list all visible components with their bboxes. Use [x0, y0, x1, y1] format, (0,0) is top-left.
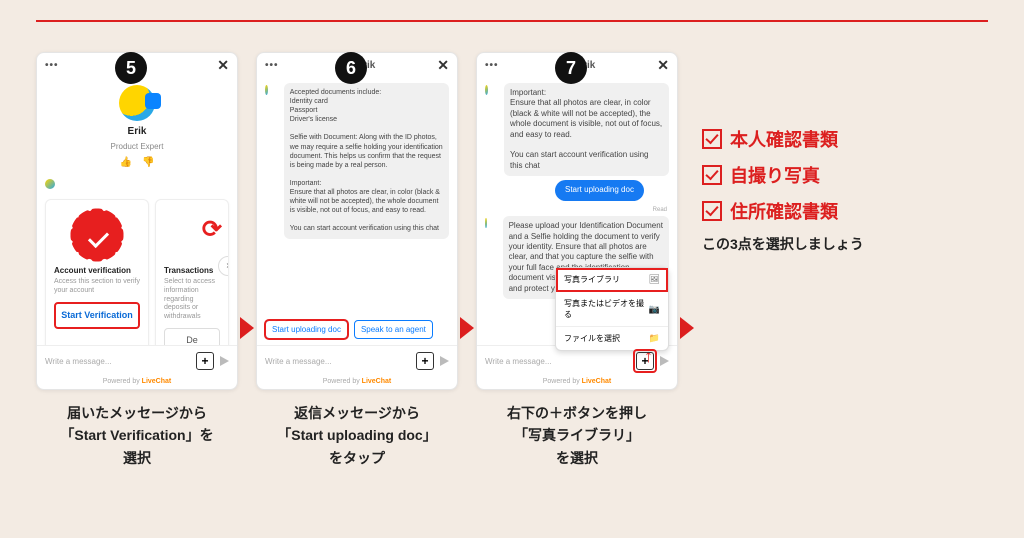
avatar-icon	[119, 85, 155, 121]
step5-badge: 5	[115, 52, 147, 84]
verified-badge-icon	[72, 210, 122, 260]
chat-message: Important: Ensure that all photos are cl…	[504, 83, 669, 176]
gallery-icon: 🖼	[649, 274, 660, 285]
plus-icon[interactable]: +	[196, 352, 214, 370]
plus-icon[interactable]: +	[416, 352, 434, 370]
avatar-icon	[265, 85, 268, 95]
powered-by: Powered by LiveChat	[257, 376, 457, 389]
powered-by: Powered by LiveChat	[37, 376, 237, 389]
message-input-row: Write a message... +	[37, 345, 237, 376]
message-input[interactable]: Write a message...	[45, 357, 190, 366]
card-desc: Access this section to verify your accou…	[54, 278, 140, 296]
quick-replies: Start uploading doc Speak to an agent	[257, 314, 457, 345]
message-input[interactable]: Write a message...	[485, 357, 630, 366]
send-icon[interactable]	[440, 356, 449, 366]
transactions-card[interactable]: ⟳ › Transactions Select to access inform…	[155, 199, 229, 345]
take-photo-option[interactable]: 写真またはビデオを撮る📷	[556, 292, 668, 327]
send-icon[interactable]	[220, 356, 229, 366]
checklist-note: この3点を選択しましょう	[702, 234, 864, 254]
transactions-button[interactable]: De	[164, 328, 220, 345]
step6-column: 6 ••• Erik ✕ Accepted documents include:…	[256, 36, 458, 469]
plus-icon[interactable]: +	[636, 352, 654, 370]
phone-step7: ••• Erik ✕ Important: Ensure that all ph…	[476, 52, 678, 390]
agent-role: Product Expert	[111, 142, 164, 152]
avatar-icon	[45, 179, 55, 189]
powered-by: Powered by LiveChat	[477, 376, 677, 389]
checklist-item: 本人確認書類	[702, 126, 864, 152]
phone-step6: ••• Erik ✕ Accepted documents include: I…	[256, 52, 458, 390]
agent-name: Erik	[128, 125, 147, 138]
step5-column: 5 ••• ✕ Erik Product Expert 👍 👎 Account	[36, 36, 238, 469]
step6-caption: 返信メッセージから 「Start uploading doc」 をタップ	[277, 402, 436, 469]
more-icon[interactable]: •••	[265, 60, 279, 71]
step5-caption: 届いたメッセージから 「Start Verification」を 選択	[60, 402, 213, 469]
checklist-item: 自撮り写真	[702, 162, 864, 188]
folder-icon: 📁	[649, 333, 660, 344]
top-rule	[36, 20, 988, 22]
check-icon	[702, 201, 722, 221]
start-verification-button[interactable]: Start Verification	[54, 302, 140, 330]
start-uploading-doc-button[interactable]: Start uploading doc	[265, 320, 348, 339]
speak-to-agent-button[interactable]: Speak to an agent	[354, 320, 433, 339]
checklist-item: 住所確認書類	[702, 198, 864, 224]
checklist: 本人確認書類 自撮り写真 住所確認書類 この3点を選択しましょう	[696, 36, 864, 469]
card-title: Account verification	[54, 266, 140, 276]
phone5-body: Erik Product Expert 👍 👎 Account verifica…	[37, 77, 237, 345]
more-icon[interactable]: •••	[485, 60, 499, 71]
send-icon[interactable]	[660, 356, 669, 366]
message-input[interactable]: Write a message...	[265, 357, 410, 366]
camera-icon: 📷	[649, 304, 660, 315]
check-icon	[702, 129, 722, 149]
refresh-icon: ⟳	[202, 214, 222, 245]
step6-badge: 6	[335, 52, 367, 84]
read-indicator: Read	[485, 207, 667, 215]
agent-profile: Erik Product Expert 👍 👎	[45, 81, 229, 177]
arrow-6-7	[458, 36, 476, 469]
upload-popup: 写真ライブラリ🖼 写真またはビデオを撮る📷 ファイルを選択📁	[555, 267, 669, 351]
avatar-icon	[485, 85, 488, 95]
close-icon[interactable]: ✕	[217, 57, 229, 74]
close-icon[interactable]: ✕	[657, 57, 669, 74]
step7-badge: 7	[555, 52, 587, 84]
chat-message: Accepted documents include: Identity car…	[284, 83, 449, 239]
card-desc: Select to access information regarding d…	[164, 278, 220, 322]
photo-library-option[interactable]: 写真ライブラリ🖼	[556, 268, 668, 292]
step7-column: 7 ••• Erik ✕ Important: Ensure that all …	[476, 36, 678, 469]
message-input-row: Write a message... +	[257, 345, 457, 376]
more-icon[interactable]: •••	[45, 60, 59, 71]
arrow-5-6	[238, 36, 256, 469]
phone-step5: ••• ✕ Erik Product Expert 👍 👎 Account ve…	[36, 52, 238, 390]
close-icon[interactable]: ✕	[437, 57, 449, 74]
avatar-icon	[485, 218, 487, 228]
verification-card[interactable]: Account verification Access this section…	[45, 199, 149, 345]
thumbs-down-icon[interactable]: 👎	[142, 156, 154, 169]
step7-caption: 右下の＋ボタンを押し 「写真ライブラリ」 を選択	[507, 402, 647, 469]
thumbs-up-icon[interactable]: 👍	[120, 156, 132, 169]
phone6-body: Accepted documents include: Identity car…	[257, 77, 457, 314]
card-title: Transactions	[164, 266, 220, 276]
user-start-uploading-msg: Start uploading doc	[555, 180, 644, 200]
arrow-7-checklist	[678, 36, 696, 469]
check-icon	[702, 165, 722, 185]
